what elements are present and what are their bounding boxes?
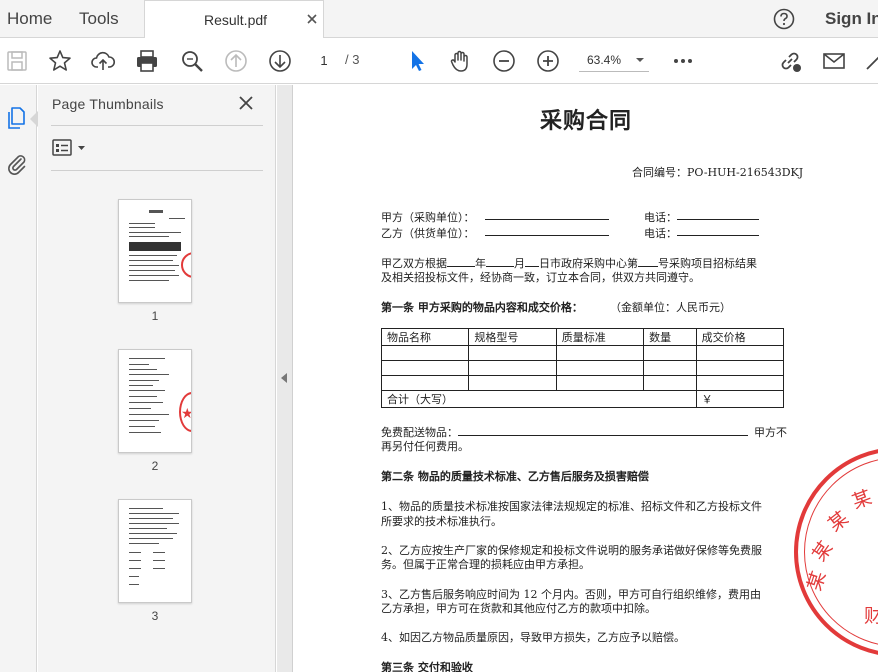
page-thumbnail-2[interactable]: ★	[118, 349, 192, 453]
red-seal-stamp: 某 某 某 某 财	[794, 447, 878, 657]
tab-tools[interactable]: Tools	[79, 0, 119, 38]
zoom-out-icon[interactable]	[491, 48, 517, 74]
previous-page-icon[interactable]	[223, 48, 249, 74]
item-1-line-2: 所要求的技术标准执行。	[381, 515, 502, 528]
party-a-label: 甲方（采购单位）：	[381, 211, 475, 224]
page-total: / 3	[345, 52, 360, 67]
zoom-value: 63.4%	[587, 53, 622, 67]
party-a-phone-blank	[677, 209, 759, 220]
item-2-line-2: 务。但属于正常合理的损耗应由甲方承担。	[381, 558, 590, 571]
item-3-line-2: 乙方承担，甲方可在货款和其他应付乙方的款项中扣除。	[381, 602, 656, 615]
table-header-cell: 规格型号	[468, 328, 557, 346]
tab-home[interactable]: Home	[7, 0, 52, 38]
search-icon[interactable]	[179, 48, 205, 74]
article-1-title: 第一条 甲方采购的物品内容和成交价格：	[381, 301, 583, 314]
next-page-icon[interactable]	[267, 48, 293, 74]
thumbnail-options-icon[interactable]	[52, 138, 88, 158]
table-header-cell: 质量标准	[555, 328, 645, 346]
document-page: 采购合同 合同编号：PO-HUH-216543DKJ 甲方（采购单位）： 电话：…	[294, 85, 878, 672]
select-cursor-icon[interactable]	[404, 48, 430, 74]
thumbnail-label-2: 2	[151, 459, 159, 473]
left-rail	[0, 85, 37, 672]
party-a-blank	[485, 209, 609, 220]
expand-icon[interactable]	[862, 48, 878, 74]
sign-in-button[interactable]: Sign In	[825, 0, 878, 38]
share-link-icon[interactable]	[777, 48, 803, 74]
article-2-title: 第二条 物品的质量技术标准、乙方售后服务及损害赔偿	[381, 470, 649, 483]
table-row	[380, 375, 785, 391]
table-header-row: 物品名称 规格型号 质量标准 数量 成交价格	[380, 328, 785, 346]
document-tab-title: Result.pdf	[204, 12, 268, 28]
panel-splitter[interactable]	[277, 85, 293, 672]
seal-char: 财	[864, 605, 878, 627]
item-4: 4、如因乙方物品质量原因，导致甲方损失，乙方应予以赔偿。	[381, 631, 685, 644]
bookmark-star-icon[interactable]	[47, 48, 73, 74]
close-panel-icon[interactable]	[238, 95, 254, 111]
zoom-dropdown[interactable]: 63.4%	[579, 48, 649, 72]
tab-document[interactable]: Result.pdf	[144, 0, 324, 39]
chevron-down-icon	[636, 58, 644, 62]
document-title: 采购合同	[539, 108, 632, 134]
collapse-arrow-icon[interactable]	[281, 373, 287, 383]
hand-tool-icon[interactable]	[447, 48, 473, 74]
page-thumbnail-1[interactable]	[118, 199, 192, 303]
party-a-phone-label: 电话：	[644, 211, 677, 224]
save-icon[interactable]	[4, 48, 30, 74]
party-b-phone-label: 电话：	[644, 227, 677, 240]
article-1-unit: （金额单位：人民币元）	[610, 301, 731, 314]
table-row	[380, 360, 785, 376]
panel-title: Page Thumbnails	[52, 96, 164, 112]
acrobat-window: Home Tools Result.pdf Sign In / 3 63.4%	[0, 0, 878, 672]
table-row	[380, 345, 785, 361]
thumbnails-panel: Page Thumbnails 1 2 3	[30, 85, 276, 672]
table-header-cell: 物品名称	[380, 328, 470, 346]
panel-pointer	[30, 111, 38, 127]
zoom-in-icon[interactable]	[535, 48, 561, 74]
email-icon[interactable]	[821, 48, 847, 74]
party-b-blank	[485, 225, 609, 236]
print-icon[interactable]	[134, 48, 160, 74]
main-toolbar: / 3 63.4%	[0, 38, 878, 84]
divider	[51, 125, 263, 126]
more-tools-icon[interactable]	[670, 48, 696, 74]
thumbnail-label-1: 1	[151, 309, 159, 323]
page-thumbnail-3[interactable]	[118, 499, 192, 603]
tab-bar: Home Tools Result.pdf Sign In	[0, 0, 878, 39]
intro-line-2: 及相关招投标文件，经协商一致，订立本合同，供双方共同遵守。	[381, 271, 700, 284]
purchase-table: 物品名称 规格型号 质量标准 数量 成交价格 合计（大写） ￥	[380, 328, 785, 408]
close-tab-icon[interactable]	[305, 12, 319, 26]
page-number-input[interactable]	[307, 48, 341, 72]
article-3-title: 第三条 交付和验收	[381, 661, 473, 672]
total-value-cell: ￥	[695, 390, 785, 408]
table-header-cell: 成交价格	[695, 328, 785, 346]
page-thumbnails-icon[interactable]	[4, 105, 30, 131]
table-header-cell: 数量	[643, 328, 697, 346]
contract-number: 合同编号：PO-HUH-216543DKJ	[632, 166, 804, 179]
attachment-icon[interactable]	[4, 151, 30, 177]
party-b-phone-blank	[677, 225, 759, 236]
divider	[51, 170, 263, 171]
delivery-line-2: 再另付任何费用。	[381, 440, 469, 453]
help-icon[interactable]	[773, 8, 795, 30]
upload-cloud-icon[interactable]	[90, 48, 116, 74]
party-b-label: 乙方（供货单位）：	[381, 227, 475, 240]
total-label-cell: 合计（大写）	[381, 390, 697, 408]
item-1-line-1: 1、物品的质量技术标准按国家法律法规规定的标准、招标文件和乙方投标文件	[381, 500, 762, 513]
thumbnail-label-3: 3	[151, 609, 159, 623]
table-total-row: 合计（大写） ￥	[381, 390, 785, 408]
